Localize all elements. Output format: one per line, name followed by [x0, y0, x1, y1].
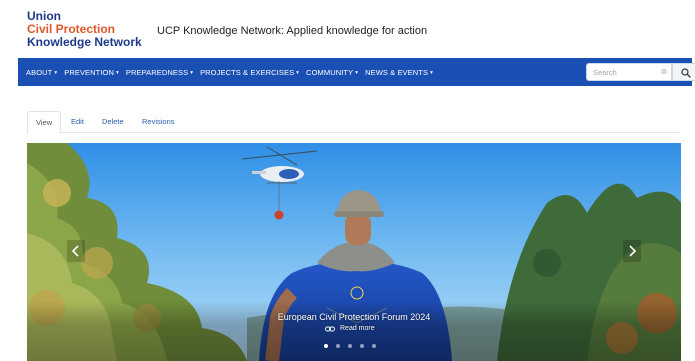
carousel-indicator[interactable]: [360, 344, 364, 348]
search-button[interactable]: [672, 63, 695, 81]
search-icon: [681, 68, 691, 78]
slide-title: European Civil Protection Forum 2024: [277, 312, 431, 322]
chevron-down-icon: ▾: [296, 69, 300, 76]
site-slogan: UCP Knowledge Network: Applied knowledge…: [157, 25, 428, 37]
chevron-down-icon: ▾: [115, 69, 119, 76]
read-more-link[interactable]: Read more: [325, 325, 375, 332]
nav-item-label: PREPAREDNESS: [125, 67, 189, 77]
nav-item-projects-exercises[interactable]: PROJECTS & EXERCISES ▾: [200, 68, 299, 77]
chevron-down-icon: ▾: [54, 69, 58, 76]
carousel-indicator[interactable]: [348, 344, 352, 348]
tab-edit[interactable]: Edit: [71, 111, 84, 132]
nav-item-about[interactable]: ABOUT ▾: [26, 68, 57, 77]
nav-menu: ABOUT ▾ PREVENTION ▾ PREPAREDNESS ▾ PROJECT…: [26, 58, 433, 86]
local-tasks-tabs: View Edit Delete Revisions: [27, 111, 680, 134]
chevron-down-icon: ▾: [355, 69, 359, 76]
carousel-indicator[interactable]: [324, 344, 328, 348]
clear-search-icon[interactable]: ⊗: [658, 66, 670, 78]
hero-carousel: European Civil Protection Forum 2024 Rea…: [27, 143, 681, 361]
main-navigation: ABOUT ▾ PREVENTION ▾ PREPAREDNESS ▾ PROJECT…: [18, 58, 695, 86]
carousel-indicator[interactable]: [372, 344, 376, 348]
carousel-next-button[interactable]: [623, 240, 641, 262]
logo-line-knowledge-network: Knowledge Network: [27, 35, 142, 49]
tab-view[interactable]: View: [27, 111, 62, 134]
site-logo[interactable]: Union Civil Protection Knowledge Network: [27, 10, 142, 49]
chevron-down-icon: ▾: [190, 69, 194, 76]
nav-item-preparedness[interactable]: PREPAREDNESS ▾: [126, 68, 193, 77]
tab-delete[interactable]: Delete: [102, 111, 124, 132]
read-more-label: Read more: [340, 325, 375, 332]
nav-item-label: ABOUT: [26, 67, 53, 77]
chevron-left-icon: [67, 240, 85, 262]
carousel-indicator[interactable]: [336, 344, 340, 348]
site-header: Union Civil Protection Knowledge Network…: [0, 0, 695, 58]
chevron-right-icon: [623, 240, 641, 262]
nav-item-label: PREVENTION: [64, 67, 114, 77]
nav-item-prevention[interactable]: PREVENTION ▾: [64, 68, 119, 77]
link-icon: [325, 326, 335, 331]
nav-item-news-events[interactable]: NEWS & EVENTS ▾: [365, 68, 433, 77]
nav-item-label: NEWS & EVENTS: [365, 67, 429, 77]
carousel-prev-button[interactable]: [67, 240, 85, 262]
nav-item-label: PROJECTS & EXERCISES: [200, 67, 295, 77]
chevron-down-icon: ▾: [430, 69, 433, 76]
nav-item-community[interactable]: COMMUNITY ▾: [306, 68, 358, 77]
tab-revisions[interactable]: Revisions: [142, 111, 175, 132]
nav-item-label: COMMUNITY: [306, 67, 354, 77]
search-form: ⊗: [586, 63, 695, 81]
carousel-indicators: [324, 344, 376, 350]
